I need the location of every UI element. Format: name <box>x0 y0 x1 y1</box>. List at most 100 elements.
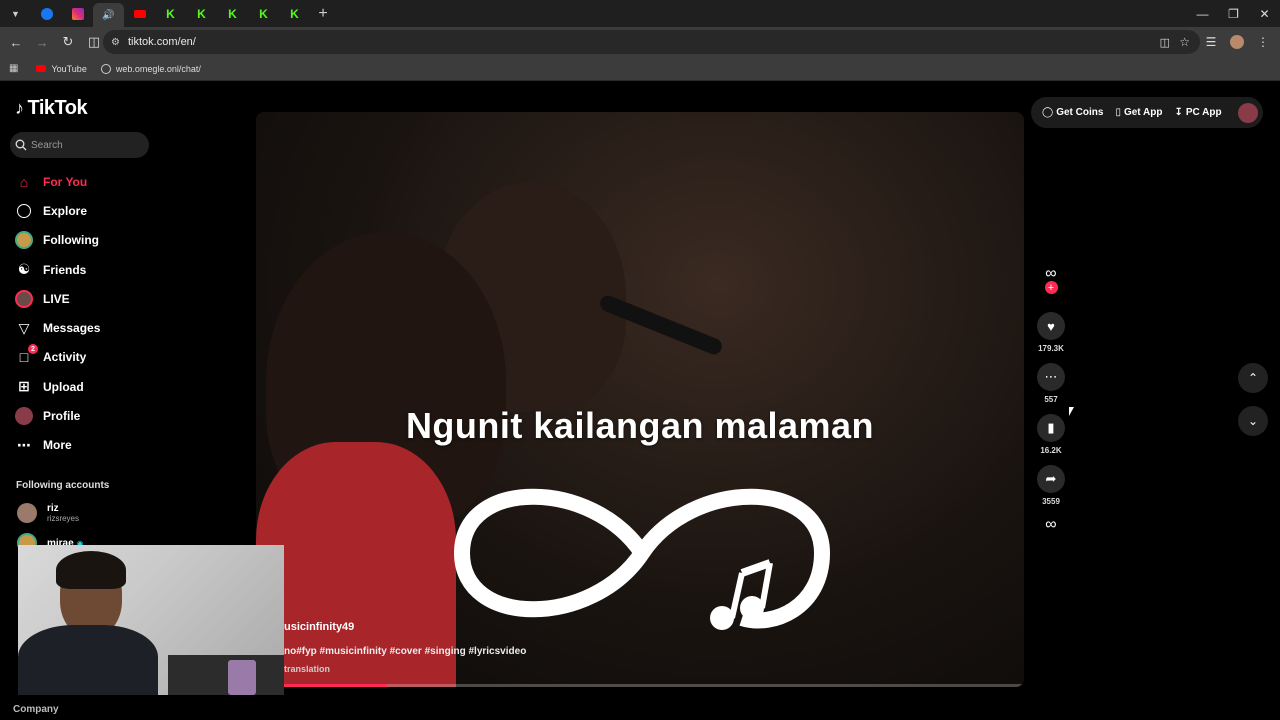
site-info-icon[interactable]: ⚙ <box>111 37 120 48</box>
webcam-equipment <box>168 655 284 695</box>
chevron-up-icon: ⌃ <box>1247 371 1259 385</box>
account-username: rizsreyes <box>47 514 80 523</box>
instagram-icon <box>71 7 84 20</box>
youtube-icon <box>36 65 47 72</box>
new-tab-button[interactable]: + <box>310 5 336 23</box>
follow-plus-button[interactable]: + <box>1044 281 1058 294</box>
video-author[interactable]: usicinfinity49 <box>284 621 354 633</box>
user-avatar[interactable] <box>1237 102 1258 123</box>
live-avatar-icon <box>15 289 33 308</box>
tab-search-button[interactable]: ▼ <box>0 0 31 27</box>
share-count: 3559 <box>1042 497 1060 506</box>
tab-kick-4[interactable]: K <box>248 0 279 27</box>
search-icon <box>15 139 27 151</box>
nav-for-you[interactable]: ⌂ For You <box>15 167 100 196</box>
send-icon: ▽ <box>18 319 30 336</box>
chevron-down-icon: ⌄ <box>1247 414 1259 428</box>
activity-badge: 2 <box>28 344 38 355</box>
kick-icon: K <box>259 6 268 21</box>
bookmarks-bar: ▦ YouTube web.omegle.onl/chat/ <box>0 57 1280 81</box>
save-button[interactable]: ▮ <box>1037 414 1065 442</box>
get-coins-button[interactable]: ◯ Get Coins <box>1042 107 1103 118</box>
tab-kick-3[interactable]: K <box>217 0 248 27</box>
address-bar[interactable]: ⚙ tiktok.com/en/ ◫ ☆ <box>103 30 1200 54</box>
comment-button[interactable]: ⋯ <box>1037 363 1065 391</box>
nav-following[interactable]: Following <box>15 226 100 255</box>
kick-icon: K <box>166 6 175 21</box>
restore-icon[interactable]: ❐ <box>1218 0 1249 27</box>
minimize-icon[interactable]: — <box>1187 0 1218 27</box>
tiktok-logo[interactable]: ♪ TikTok <box>15 97 88 120</box>
comment-icon: ⋯ <box>1044 369 1058 384</box>
see-translation-link[interactable]: translation <box>284 664 330 674</box>
tab-tiktok-active[interactable]: 🔊 <box>93 3 124 27</box>
search-input[interactable]: Search <box>10 132 149 158</box>
mouse-cursor <box>1069 407 1074 416</box>
nav-label: Explore <box>43 203 88 218</box>
close-icon[interactable]: ✕ <box>1249 0 1280 27</box>
tab-kick-2[interactable]: K <box>186 0 217 27</box>
nav-more[interactable]: ⋯ More <box>15 431 100 460</box>
plus-square-icon: ⊞ <box>18 378 30 395</box>
install-app-icon[interactable]: ◫ <box>1160 36 1170 49</box>
tab-facebook[interactable] <box>31 0 62 27</box>
window-controls: — ❐ ✕ <box>1187 0 1280 27</box>
reload-icon[interactable]: ↻ <box>56 30 80 54</box>
toolbar-right: ☰ ⋮ <box>1200 30 1274 54</box>
facebook-icon <box>40 7 53 20</box>
chevron-down-icon: ▼ <box>11 8 20 19</box>
url-text: tiktok.com/en/ <box>128 36 196 48</box>
home-icon: ⌂ <box>19 173 29 190</box>
previous-video-button[interactable]: ⌃ <box>1238 363 1268 393</box>
nav-live[interactable]: LIVE <box>15 284 100 313</box>
nav-label: For You <box>43 174 88 189</box>
download-icon: ↧ <box>1174 107 1183 118</box>
nav-profile[interactable]: Profile <box>15 401 100 430</box>
forward-icon[interactable]: → <box>30 30 54 54</box>
logo-text: TikTok <box>27 97 88 119</box>
apps-grid-icon[interactable]: ▦ <box>9 63 18 74</box>
webcam-overlay <box>18 545 284 695</box>
nav-label: Messages <box>43 321 101 336</box>
like-button[interactable]: ♥ <box>1037 312 1065 340</box>
video-player[interactable]: Ngunit kailangan malaman usicinfinity49 … <box>256 112 1024 687</box>
pc-app-button[interactable]: ↧ PC App <box>1174 107 1221 118</box>
bookmark-star-icon[interactable]: ☆ <box>1179 35 1190 49</box>
account-name: riz <box>47 503 59 514</box>
phone-icon: ▯ <box>1115 107 1121 118</box>
next-video-button[interactable]: ⌄ <box>1238 406 1268 436</box>
tab-kick-1[interactable]: K <box>155 0 186 27</box>
share-button[interactable]: ➦ <box>1037 465 1065 493</box>
media-control-icon[interactable]: ☰ <box>1200 30 1222 54</box>
footer-company[interactable]: Company <box>13 704 59 715</box>
back-icon[interactable]: ← <box>4 30 28 54</box>
video-caption: Ngunit kailangan malaman <box>405 405 875 446</box>
nav-upload[interactable]: ⊞ Upload <box>15 372 100 401</box>
nav-friends[interactable]: ☯ Friends <box>15 255 100 284</box>
tiktok-note-icon: ♪ <box>15 98 24 118</box>
avatar <box>17 503 37 523</box>
compass-icon <box>15 202 33 220</box>
nav-activity[interactable]: □ 2 Activity <box>15 343 100 372</box>
sound-disc-infinity-icon[interactable]: ∞ <box>1045 516 1056 534</box>
following-avatar-icon <box>15 231 33 250</box>
kick-icon: K <box>228 6 237 21</box>
share-icon: ➦ <box>1045 471 1057 486</box>
search-placeholder: Search <box>31 139 63 151</box>
bookmark-youtube[interactable]: YouTube <box>36 64 87 74</box>
menu-icon[interactable]: ⋮ <box>1252 30 1274 54</box>
video-description[interactable]: no#fyp #musicinfinity #cover #singing #l… <box>284 646 526 657</box>
nav-label: LIVE <box>43 291 70 306</box>
friends-icon: ☯ <box>17 261 31 278</box>
tab-youtube[interactable] <box>124 0 155 27</box>
tab-kick-5[interactable]: K <box>279 0 310 27</box>
nav-explore[interactable]: Explore <box>15 196 100 225</box>
bookmark-omegle[interactable]: web.omegle.onl/chat/ <box>100 63 201 74</box>
following-account[interactable]: riz rizsreyes <box>17 503 79 523</box>
nav-label: Upload <box>43 379 84 394</box>
get-app-button[interactable]: ▯ Get App <box>1115 107 1162 118</box>
tab-instagram[interactable] <box>62 0 93 27</box>
profile-avatar-icon[interactable] <box>1226 30 1248 54</box>
nav-messages[interactable]: ▽ Messages <box>15 313 101 342</box>
video-action-bar: ∞ + ♥ 179.3K ⋯ 557 ▮ 16.2K ➦ 3559 ∞ <box>1036 265 1066 534</box>
